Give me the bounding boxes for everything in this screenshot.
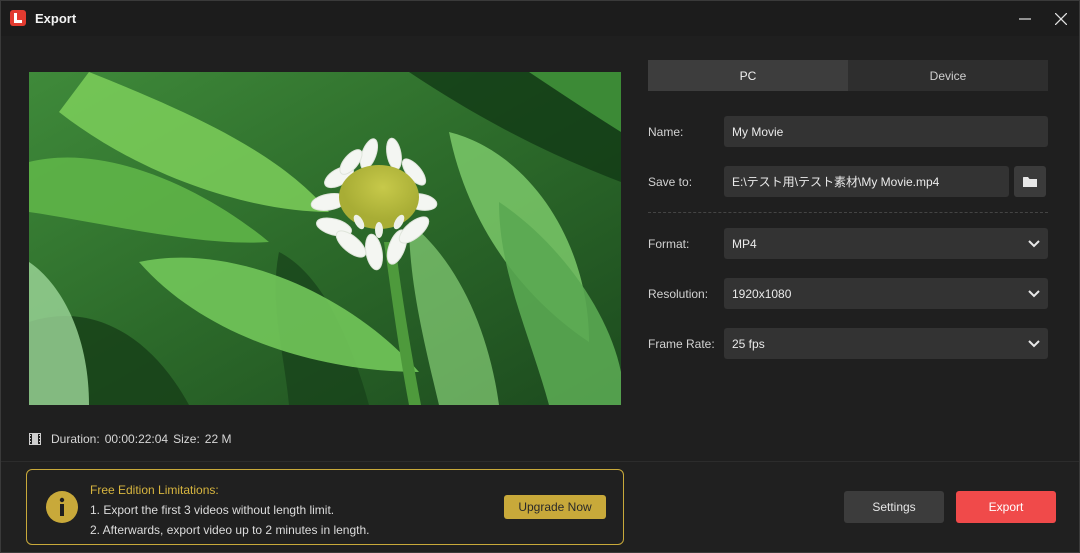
browse-folder-button[interactable]	[1014, 166, 1046, 197]
chevron-down-icon	[1028, 239, 1040, 247]
save-path-input[interactable]: E:\テスト用\テスト素材\My Movie.mp4	[724, 166, 1009, 197]
duration-value: 00:00:22:04	[104, 432, 169, 446]
resolution-value: 1920x1080	[732, 286, 792, 301]
format-value: MP4	[732, 236, 757, 251]
close-icon	[1055, 12, 1067, 25]
save-to-label: Save to:	[648, 175, 693, 189]
limits-line-2: 2. Afterwards, export video up to 2 minu…	[90, 523, 370, 537]
target-tabs: PC Device	[648, 60, 1048, 91]
size-value: 22 M	[204, 432, 232, 446]
title-bar: Export	[1, 1, 1079, 36]
info-icon	[46, 491, 78, 523]
tab-pc[interactable]: PC	[648, 60, 848, 91]
video-preview	[29, 72, 621, 405]
format-label: Format:	[648, 237, 690, 251]
name-value: My Movie	[732, 124, 784, 139]
app-logo-icon	[10, 10, 26, 26]
minimize-icon	[1019, 17, 1031, 20]
resolution-select[interactable]: 1920x1080	[724, 278, 1048, 309]
frame-rate-label: Frame Rate:	[648, 337, 715, 351]
settings-button[interactable]: Settings	[844, 491, 944, 523]
name-input[interactable]: My Movie	[724, 116, 1048, 147]
chevron-down-icon	[1028, 339, 1040, 347]
limits-line-1: 1. Export the first 3 videos without len…	[90, 503, 335, 517]
duration-label: Duration:	[51, 432, 100, 446]
folder-icon	[1023, 176, 1037, 187]
frame-rate-select[interactable]: 25 fps	[724, 328, 1048, 359]
name-label: Name:	[648, 125, 684, 139]
tab-device[interactable]: Device	[848, 60, 1048, 91]
frame-rate-value: 25 fps	[732, 336, 765, 351]
save-path-value: E:\テスト用\テスト素材\My Movie.mp4	[732, 175, 940, 189]
close-button[interactable]	[1043, 1, 1079, 36]
chevron-down-icon	[1028, 289, 1040, 297]
export-button[interactable]: Export	[956, 491, 1056, 523]
export-window: Export Duration: 00:00:22:04 Size: 22 M …	[0, 0, 1080, 553]
window-title: Export	[35, 11, 77, 26]
limits-title: Free Edition Limitations:	[90, 483, 219, 497]
free-edition-notice: Free Edition Limitations: 1. Export the …	[26, 469, 624, 545]
film-icon	[29, 433, 41, 445]
media-info: Duration: 00:00:22:04 Size: 22 M	[29, 431, 236, 447]
size-label: Size:	[173, 432, 200, 446]
minimize-button[interactable]	[1007, 1, 1043, 36]
format-select[interactable]: MP4	[724, 228, 1048, 259]
resolution-label: Resolution:	[648, 287, 709, 301]
form-divider	[648, 212, 1048, 213]
upgrade-now-button[interactable]: Upgrade Now	[504, 495, 606, 519]
